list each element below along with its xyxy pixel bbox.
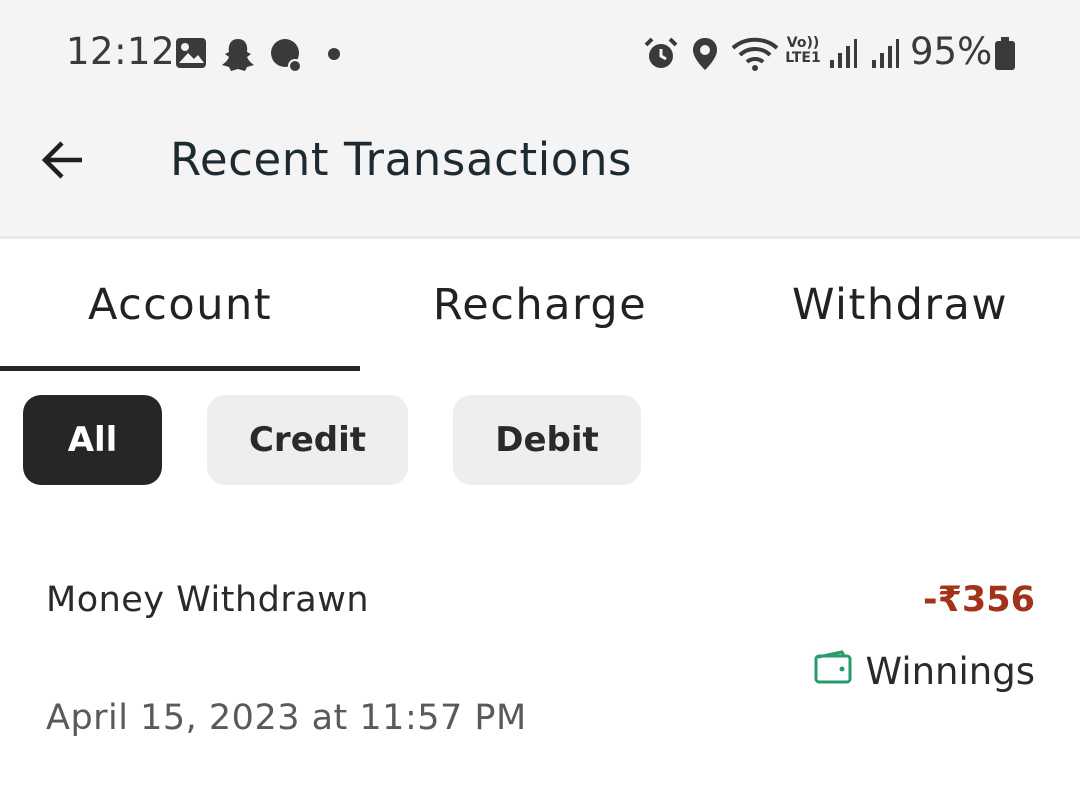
tab-account[interactable]: Account (0, 276, 360, 372)
snapchat-icon (219, 36, 257, 78)
tab-withdraw[interactable]: Withdraw (720, 276, 1080, 372)
transaction-date: April 15, 2023 at 11:57 PM (46, 698, 527, 738)
volte-icon: Vo)) LTE1 (785, 35, 821, 66)
transaction-amount: -₹356 (923, 580, 1035, 620)
alarm-icon (643, 36, 679, 76)
filter-credit-chip[interactable]: Credit (207, 395, 408, 485)
app-header: 12:12 Vo)) LTE1 95% Recent Transactions (0, 0, 1080, 239)
page-title: Recent Transactions (170, 133, 633, 186)
wallet-label: Winnings (865, 650, 1035, 693)
transaction-title: Money Withdrawn (46, 580, 369, 620)
tab-label: Account (87, 280, 273, 330)
tab-recharge[interactable]: Recharge (360, 276, 720, 372)
dot-icon (327, 46, 341, 65)
battery-percentage: 95% (910, 30, 993, 73)
gallery-icon (174, 36, 208, 74)
transaction-wallet: Winnings (814, 650, 1035, 693)
wifi-icon (731, 36, 779, 76)
tab-label: Withdraw (791, 280, 1009, 330)
arrow-left-icon (40, 140, 84, 184)
signal-icon (870, 36, 900, 74)
battery-icon (994, 37, 1016, 75)
location-icon (690, 36, 720, 76)
filter-debit-chip[interactable]: Debit (453, 395, 641, 485)
back-button[interactable] (36, 138, 88, 186)
status-time: 12:12 (66, 30, 176, 73)
wallet-icon (814, 650, 852, 693)
signal-icon (828, 36, 858, 74)
active-tab-indicator (0, 366, 360, 371)
tab-label: Recharge (432, 280, 648, 330)
filter-all-chip[interactable]: All (23, 395, 162, 485)
chat-icon (268, 36, 306, 78)
